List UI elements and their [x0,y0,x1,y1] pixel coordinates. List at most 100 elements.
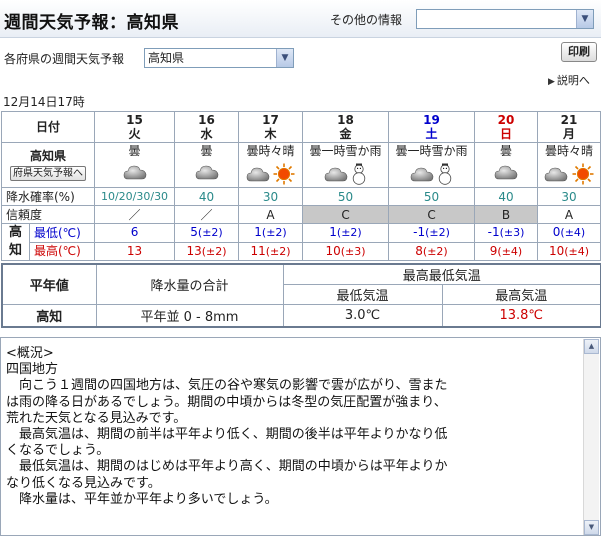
pop-value: 50 [337,189,354,204]
max-temp: 11 [250,243,266,258]
max-temp-error: (±4) [497,244,523,258]
reliability-cell-0: ／ [94,205,176,224]
day-number: 20 [497,113,515,127]
min-temp-error: (±3) [499,226,525,240]
reliability-value: B [501,207,511,222]
outlook-textarea[interactable]: <概況> 四国地方 向こう１週間の四国地方は、気圧の谷や寒気の影響で雲が広がり、… [0,337,601,536]
day-number: 21 [560,113,578,127]
chevron-down-icon[interactable]: ▼ [276,49,293,67]
max-cell-1: 13(±2) [174,241,240,261]
min-header: 最低(℃) [28,223,96,243]
max-temp: 10 [325,243,341,258]
weather-icons [304,163,388,185]
scroll-up-icon[interactable]: ▲ [584,339,599,354]
day-of-week: 木 [264,127,277,141]
reliability-cell-1: ／ [174,205,240,224]
cloud-icon [410,167,433,182]
min-cell-6: 0(±4) [537,223,601,243]
min-temp: 5 [190,225,198,240]
pop-label: 降水確率(%) [6,189,75,204]
normals-precip-value: 平年並 0 - 8mm [95,304,284,327]
explain-link[interactable]: ▶ 説明へ [548,72,590,88]
date-header: 日付 [0,111,96,143]
pop-cell-0: 10/20/30/30 [94,187,176,206]
max-cell-5: 9(±4) [474,241,539,261]
outlook-scrollbar[interactable]: ▲ ▼ [583,339,599,535]
day-number: 16 [198,113,215,127]
other-info-label: その他の情報 [330,13,403,27]
day-number: 19 [423,113,440,127]
normals-min-value: 3.0℃ [282,304,443,327]
min-cell-3: 1(±2) [302,223,390,243]
area-char-2: 知 [8,243,22,258]
max-label: 最高(℃) [34,244,81,259]
page-title: 週間天気予報：高知県 [4,13,179,33]
weather-cell-2: 曇時々晴 [238,142,304,188]
weather-cell-3: 曇一時雪か雨 [302,142,390,188]
day-of-week: 日 [500,127,513,141]
max-temp: 10 [548,243,565,258]
day-header-3: 18 金 [302,111,390,143]
cloud-icon [544,167,568,182]
reliability-value: A [564,207,574,222]
chevron-down-icon[interactable]: ▼ [576,10,593,28]
min-temp-error: (±2) [336,226,362,240]
reliability-cell-5: B [474,205,539,224]
weather-text: 曇 [500,144,513,158]
reliability-cell-4: C [388,205,476,224]
issued-datetime: 12月14日17時 [3,95,85,109]
min-temp: 1 [254,225,262,240]
day-header-2: 17 木 [238,111,304,143]
max-cell-2: 11(±2) [238,241,304,261]
pop-cell-1: 40 [174,187,240,206]
min-label: 最低(℃) [34,225,81,240]
cloud-icon [494,165,518,180]
area-cell-bottom: 知 [1,242,30,261]
reliability-cell-2: A [238,205,304,224]
temp-heading: 最高最低気温 [282,263,601,285]
reliability-value: C [427,207,436,222]
pop-cell-3: 50 [302,187,390,206]
pop-value: 40 [498,189,514,204]
pref-selector-label: 各府県の週間天気予報 [4,52,125,66]
weather-text: 曇 [128,144,141,158]
weather-icons [476,163,537,185]
pref-select[interactable]: 高知県 ▼ [144,48,294,68]
reliability-value: ／ [128,207,141,222]
other-info-select[interactable]: ▼ [416,9,594,29]
pref-forecast-button[interactable]: 府県天気予報へ [10,166,86,181]
min-temp-heading: 最低気温 [282,284,443,305]
weather-text: 曇 [200,144,213,158]
reliability-value: A [266,207,275,222]
normals-station: 高知 [1,304,97,327]
max-header: 最高(℃) [28,241,96,261]
max-temp-heading: 最高気温 [441,284,601,305]
pop-value: 40 [198,189,215,204]
pref-select-value: 高知県 [148,51,185,65]
weather-cell-5: 曇 [474,142,539,188]
pop-cell-4: 50 [388,187,476,206]
day-of-week: 土 [425,127,438,141]
weather-cell-0: 曇 [94,142,176,188]
sun-icon [273,163,295,185]
normals-max-value: 13.8℃ [441,304,601,327]
triangle-right-icon: ▶ [548,77,555,87]
day-number: 15 [126,113,143,127]
max-temp-error: (±2) [265,244,291,258]
day-number: 18 [337,113,354,127]
pop-value: 30 [561,189,577,204]
weather-cell-6: 曇時々晴 [537,142,601,188]
normals-heading: 平年値 [1,263,97,305]
weather-cell-1: 曇 [174,142,240,188]
print-button[interactable]: 印刷 [561,42,597,62]
scroll-down-icon[interactable]: ▼ [584,520,599,535]
reliability-cell-3: C [302,205,390,224]
min-cell-0: 6 [94,223,176,243]
cloud-icon [246,167,269,182]
min-temp: 6 [130,225,139,240]
weather-icons [176,163,238,185]
day-number: 17 [262,113,279,127]
explain-link-label: 説明へ [556,74,590,87]
min-temp: -1 [413,225,426,240]
min-cell-2: 1(±2) [238,223,304,243]
